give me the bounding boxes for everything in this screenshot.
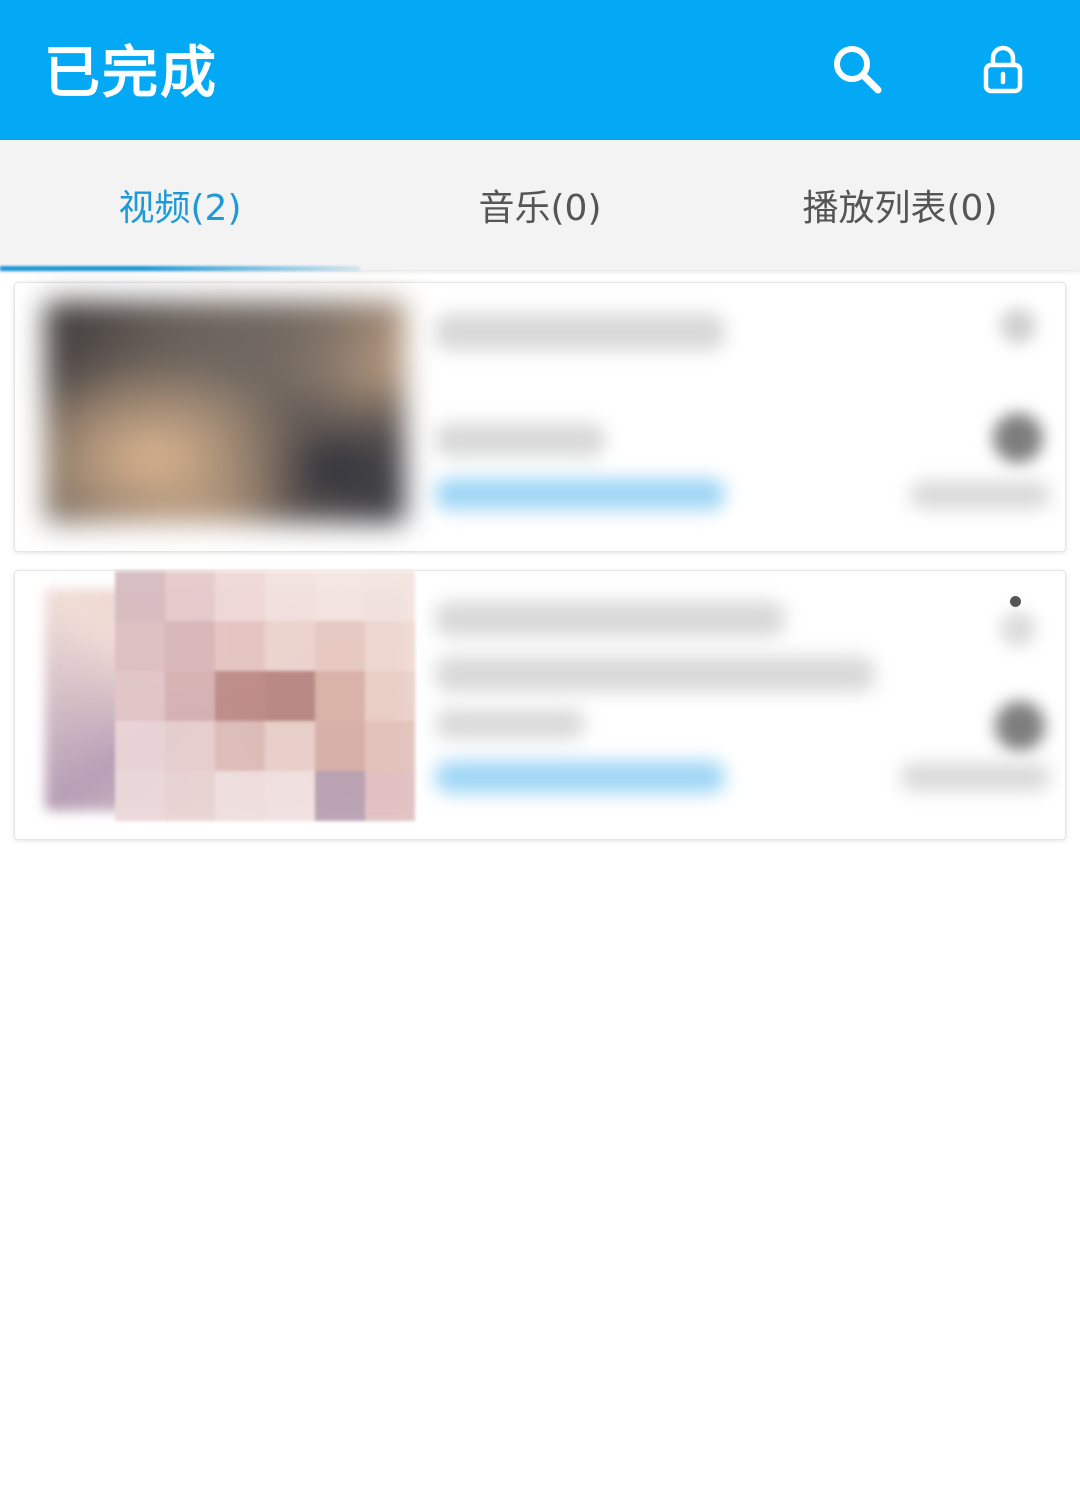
search-icon [834,46,882,94]
more-icon[interactable] [1000,611,1036,647]
blurred-subtitle [435,423,605,457]
blurred-size [900,763,1050,791]
tab-bar: 视频(2) 音乐(0) 播放列表(0) [0,140,1080,271]
video-thumbnail[interactable] [45,301,405,523]
tab-playlists[interactable]: 播放列表(0) [720,140,1080,270]
list-item[interactable] [14,570,1066,840]
play-icon[interactable] [993,413,1043,463]
app-bar: 已完成 [0,0,1080,140]
lock-icon [983,45,1023,94]
page-title: 已完成 [44,41,218,106]
play-icon[interactable] [995,701,1045,751]
tab-music[interactable]: 音乐(0) [360,140,720,270]
list-item[interactable] [14,282,1066,552]
tab-videos[interactable]: 视频(2) [0,140,360,270]
blurred-title [435,313,725,351]
more-dot-icon [1010,596,1021,607]
blurred-title [435,601,785,637]
pixelated-thumbnail [115,571,415,841]
blurred-subtitle [435,709,585,739]
tab-indicator [0,266,360,271]
blurred-size [910,481,1050,509]
blurred-title-line2 [435,656,875,692]
search-button[interactable] [818,30,898,110]
blurred-status [435,761,725,793]
lock-button[interactable] [963,30,1043,110]
more-icon[interactable] [1000,308,1036,344]
blurred-status [435,478,725,510]
